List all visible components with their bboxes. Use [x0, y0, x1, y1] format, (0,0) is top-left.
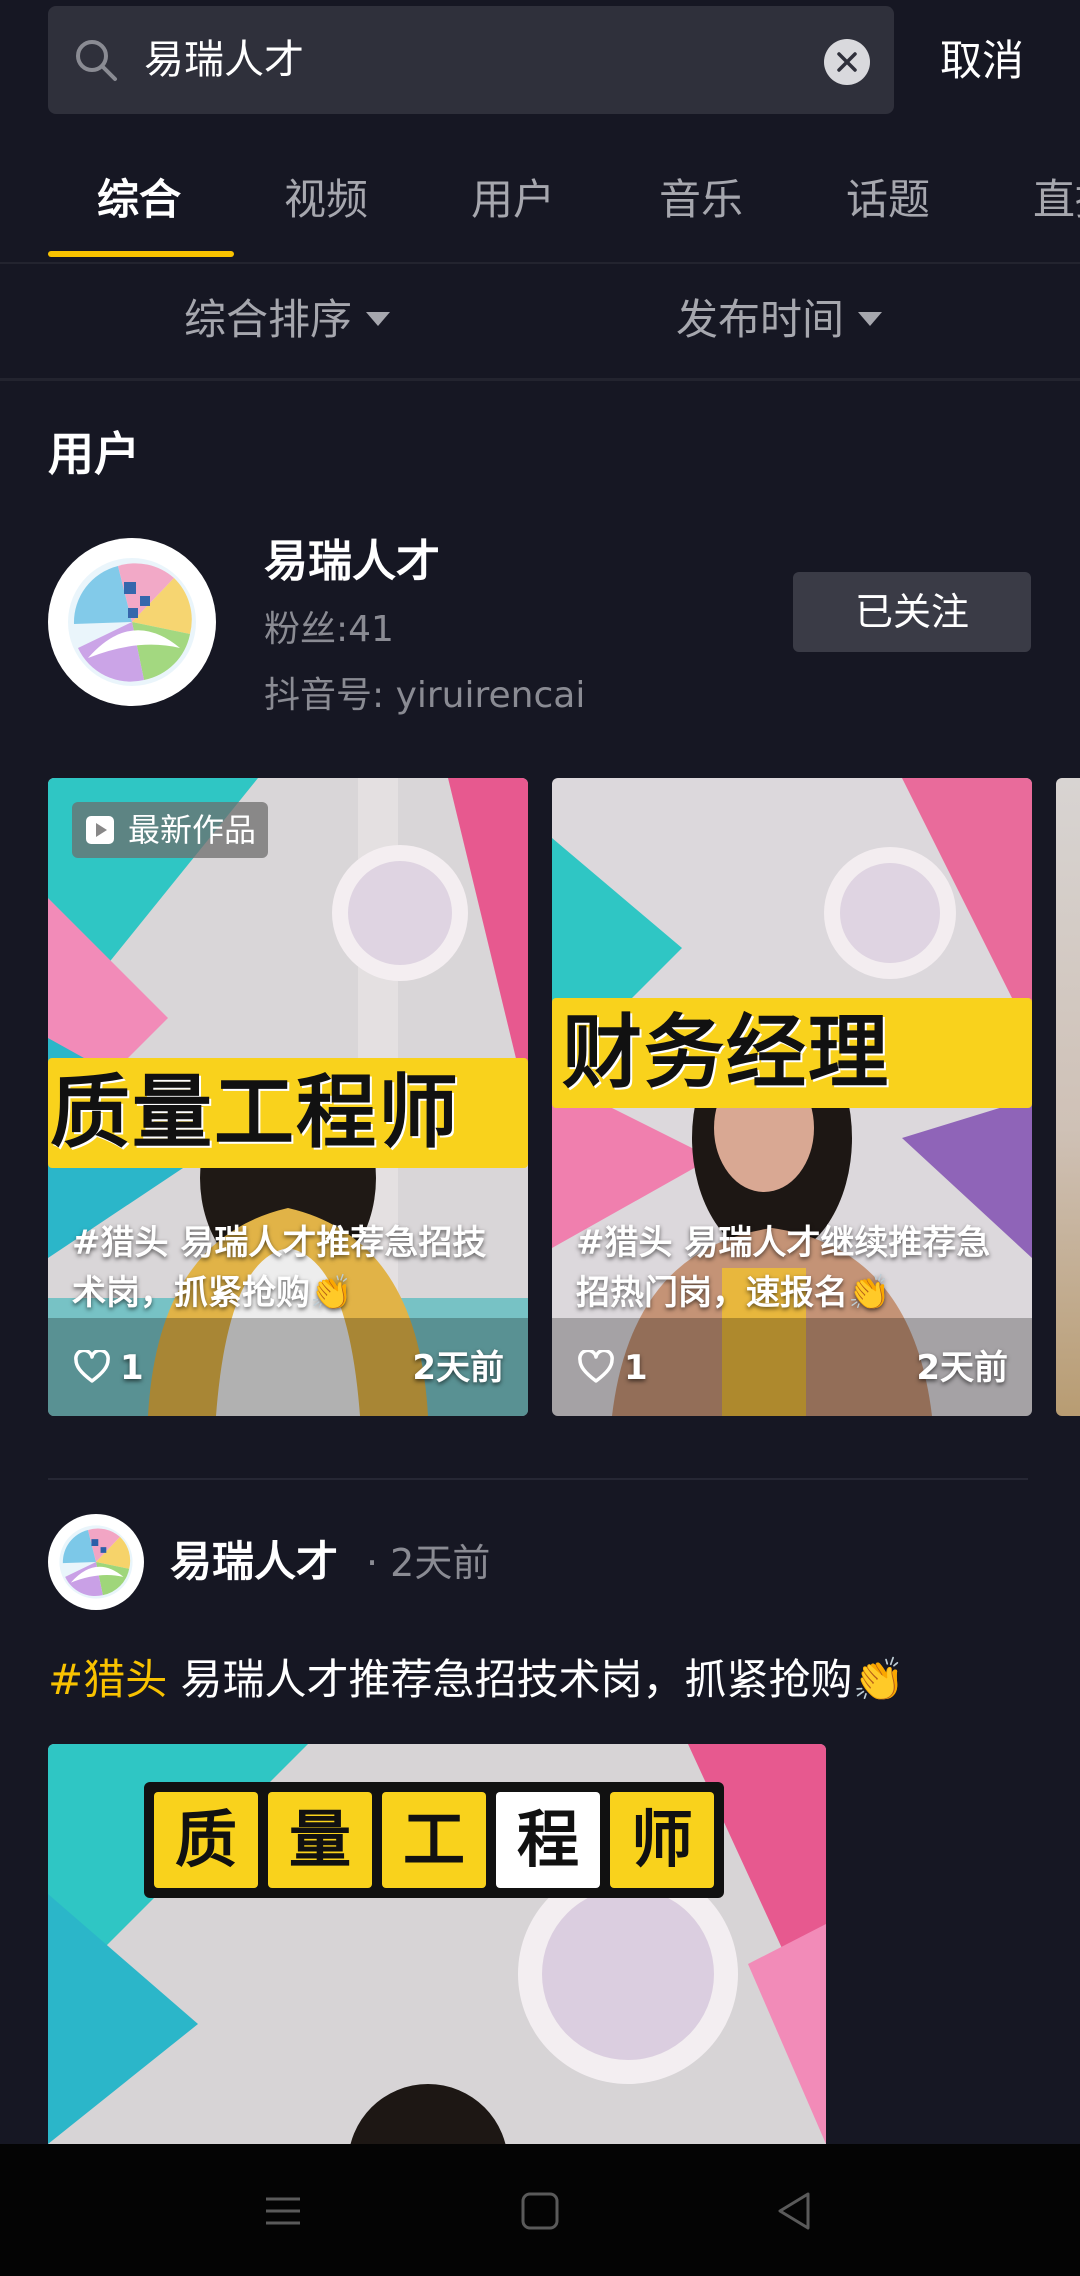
- video-likes: 1: [578, 1346, 648, 1390]
- search-header: 易瑞人才 取消: [0, 0, 1080, 118]
- post-video[interactable]: 质 量 工 程 师: [48, 1744, 826, 2144]
- video-card[interactable]: 财务经理 #猎头 易瑞人才继续推荐急招热门岗，速报名👏 1 2天前: [552, 778, 1032, 1416]
- badge-label: 最新作品: [128, 811, 257, 849]
- likes-count: 1: [624, 1348, 648, 1388]
- divider: [0, 262, 1080, 264]
- clear-search-button[interactable]: [824, 39, 870, 85]
- user-douyin-id: 抖音号: yiruirencai: [264, 675, 586, 716]
- video-time: 2天前: [412, 1348, 504, 1388]
- back-triangle-icon[interactable]: [770, 2186, 820, 2236]
- video-badge-icon: [86, 816, 114, 844]
- caret-down-icon: [858, 311, 883, 326]
- video-likes: 1: [74, 1346, 144, 1390]
- video-card-next-peek[interactable]: [1056, 778, 1080, 1416]
- search-box[interactable]: 易瑞人才: [48, 6, 894, 114]
- tab-live[interactable]: 直播: [1033, 172, 1080, 228]
- heart-icon: [74, 1348, 110, 1383]
- video-card[interactable]: 最新作品 质量工程师 #猎头 易瑞人才推荐急招技术岗，抓紧抢购👏 1 2天前: [48, 778, 528, 1416]
- divider: [0, 378, 1080, 381]
- title-char: 质: [154, 1792, 258, 1888]
- video-caption: #猎头 易瑞人才继续推荐急招热门岗，速报名👏: [576, 1223, 991, 1313]
- following-button[interactable]: 已关注: [793, 572, 1031, 652]
- post-time: · 2天前: [366, 1541, 491, 1585]
- cancel-button[interactable]: 取消: [940, 34, 1024, 88]
- video-caption: #猎头 易瑞人才推荐急招技术岗，抓紧抢购👏: [72, 1223, 487, 1313]
- search-icon: [76, 40, 117, 81]
- post-author-name[interactable]: 易瑞人才: [170, 1534, 338, 1590]
- divider: [48, 1478, 1028, 1480]
- post-body: 易瑞人才推荐急招技术岗，抓紧抢购👏: [167, 1655, 905, 1704]
- post-author-avatar[interactable]: [48, 1514, 144, 1610]
- likes-count: 1: [120, 1348, 144, 1388]
- post-hashtag[interactable]: #猎头: [48, 1655, 167, 1704]
- home-square-icon[interactable]: [515, 2186, 565, 2236]
- heart-icon: [578, 1348, 614, 1383]
- latest-work-badge: 最新作品: [72, 802, 269, 858]
- clear-icon: [837, 52, 857, 72]
- tab-comprehensive[interactable]: 综合: [97, 172, 181, 228]
- title-char: 工: [382, 1792, 486, 1888]
- user-fans-count: 粉丝:41: [264, 609, 394, 650]
- user-name[interactable]: 易瑞人才: [264, 533, 440, 591]
- video-overlay-title: 质量工程师: [48, 1058, 528, 1168]
- video-overlay-title: 财务经理: [552, 998, 1032, 1108]
- video-time: 2天前: [916, 1348, 1008, 1388]
- company-logo: [53, 1519, 139, 1605]
- post-text: #猎头 易瑞人才推荐急招技术岗，抓紧抢购👏: [48, 1652, 905, 1708]
- video-overlay-title: 质 量 工 程 师: [144, 1782, 724, 1898]
- tab-users[interactable]: 用户: [471, 172, 555, 228]
- tab-topics[interactable]: 话题: [846, 172, 930, 228]
- search-input[interactable]: 易瑞人才: [144, 34, 304, 86]
- title-char: 量: [268, 1792, 372, 1888]
- time-filter-label: 发布时间: [676, 295, 845, 344]
- section-title-users: 用户: [48, 427, 140, 481]
- sort-filter-dropdown[interactable]: 综合排序: [184, 292, 391, 348]
- search-tabs: 综合 视频 用户 音乐 话题 直播: [0, 150, 1080, 260]
- title-char: 师: [610, 1792, 714, 1888]
- active-tab-indicator: [48, 251, 234, 257]
- system-nav-bar: [0, 2144, 1080, 2276]
- menu-icon[interactable]: [258, 2186, 308, 2236]
- tab-video[interactable]: 视频: [284, 172, 368, 228]
- sort-filter-label: 综合排序: [184, 295, 353, 344]
- tab-music[interactable]: 音乐: [659, 172, 743, 228]
- company-logo: [58, 548, 206, 696]
- time-filter-dropdown[interactable]: 发布时间: [676, 292, 883, 348]
- title-char: 程: [496, 1792, 600, 1888]
- caret-down-icon: [366, 311, 391, 326]
- user-avatar[interactable]: [48, 538, 216, 706]
